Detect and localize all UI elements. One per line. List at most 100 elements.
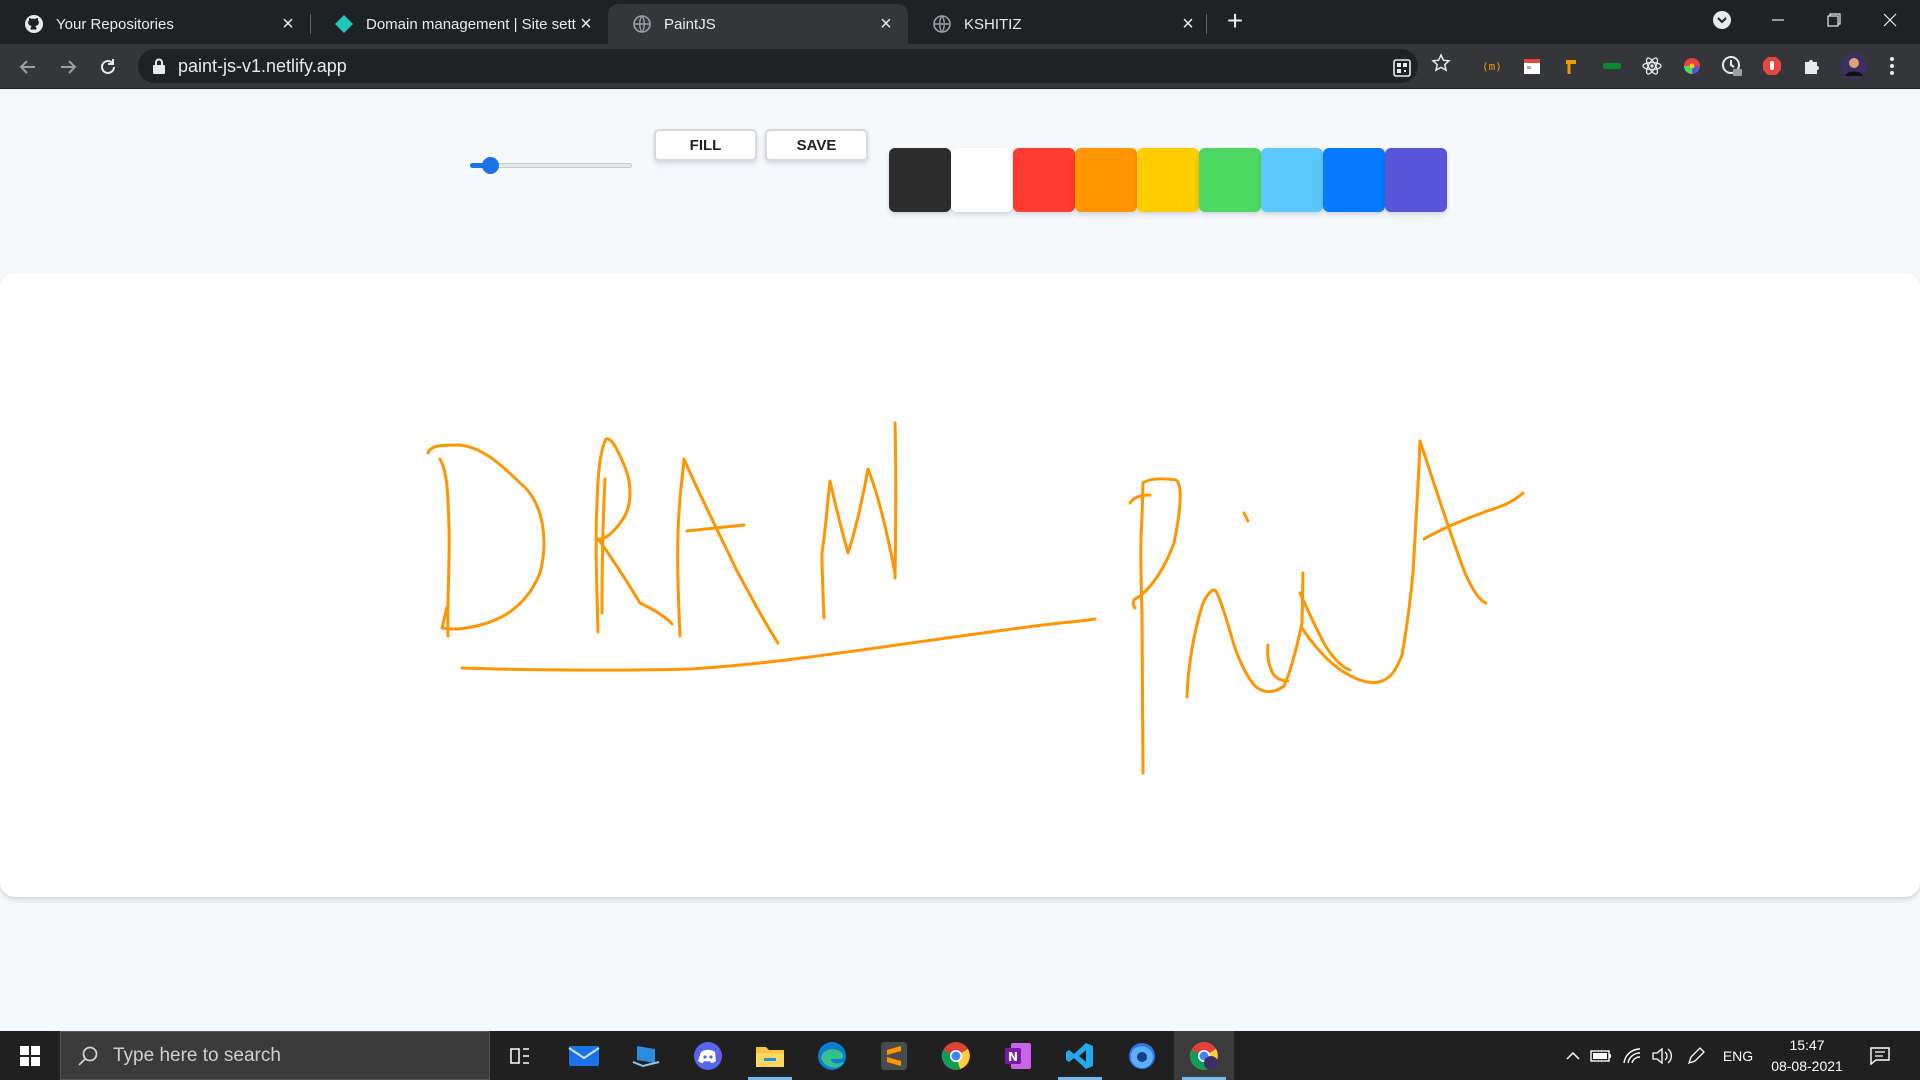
- stroke-letter-t: [1300, 439, 1525, 685]
- tab-domain-management[interactable]: Domain management | Site settings ×: [310, 4, 608, 44]
- search-placeholder: Type here to search: [113, 1044, 281, 1066]
- discord-icon[interactable]: [678, 1031, 738, 1080]
- extension-calendar-icon[interactable]: [1520, 54, 1544, 78]
- reload-button[interactable]: [92, 51, 124, 83]
- tab-paintjs[interactable]: PaintJS ×: [608, 4, 908, 44]
- clock-time: 15:47: [1789, 1037, 1825, 1053]
- canvas-drawing: [426, 421, 1525, 775]
- address-bar[interactable]: paint-js-v1.netlify.app: [138, 49, 1418, 83]
- stroke-underline: [460, 617, 1097, 672]
- reload-icon: [101, 59, 115, 74]
- color-swatch-1[interactable]: [889, 148, 951, 212]
- notifications-icon[interactable]: [1860, 1031, 1900, 1080]
- new-tab-button[interactable]: +: [1220, 5, 1250, 36]
- color-swatch-4[interactable]: [1075, 148, 1137, 212]
- color-swatch-3[interactable]: [1013, 148, 1075, 212]
- wifi-icon[interactable]: [1618, 1031, 1646, 1080]
- page-translate-button[interactable]: [1390, 56, 1414, 80]
- tab-your-repositories[interactable]: Your Repositories ×: [0, 4, 310, 44]
- svg-text:(m): (m): [1482, 60, 1502, 73]
- chevron-down-circle-icon: [1713, 11, 1731, 29]
- extension-react-icon[interactable]: [1640, 54, 1664, 78]
- lock-icon: [153, 58, 165, 74]
- color-swatch-8[interactable]: [1323, 148, 1385, 212]
- stroke-letter-d: [426, 443, 546, 638]
- clock-date: 08-08-2021: [1771, 1058, 1843, 1074]
- extension-stop-hand-icon[interactable]: [1760, 54, 1784, 78]
- profile-avatar[interactable]: [1840, 52, 1868, 80]
- drawing-canvas[interactable]: [0, 273, 1920, 897]
- close-icon: [1883, 13, 1897, 27]
- stroke-letter-p: [1128, 477, 1182, 775]
- github-icon: [24, 14, 44, 34]
- bookmark-star-button[interactable]: [1429, 51, 1453, 75]
- forward-button[interactable]: [52, 51, 84, 83]
- stroke-letter-a: [676, 457, 780, 645]
- extension-braces-icon[interactable]: (m): [1480, 54, 1504, 78]
- tab-title: KSHITIZ: [964, 15, 1022, 33]
- star-icon: [1431, 53, 1451, 72]
- extensions-puzzle-icon[interactable]: [1800, 54, 1824, 78]
- pen-icon[interactable]: [1682, 1031, 1710, 1080]
- close-tab-icon[interactable]: ×: [1178, 13, 1198, 35]
- volume-icon[interactable]: [1648, 1031, 1676, 1080]
- file-transfer-icon[interactable]: [616, 1031, 676, 1080]
- tray-overflow-chevron-icon[interactable]: [1562, 1031, 1584, 1080]
- chrome-profile-icon[interactable]: [1174, 1031, 1234, 1080]
- onenote-icon[interactable]: N: [988, 1031, 1048, 1080]
- color-swatch-2[interactable]: [951, 148, 1013, 212]
- svg-text:N: N: [1008, 1050, 1018, 1064]
- color-swatch-9[interactable]: [1385, 148, 1447, 212]
- brush-size-slider[interactable]: [470, 157, 632, 174]
- firefox-icon[interactable]: [1112, 1031, 1172, 1080]
- globe-icon: [932, 14, 952, 34]
- tab-title: Domain management | Site settings: [366, 15, 576, 33]
- restore-icon: [1827, 13, 1841, 27]
- restore-button[interactable]: [1806, 0, 1862, 40]
- save-button[interactable]: Save: [765, 129, 868, 161]
- color-swatch-7[interactable]: [1261, 148, 1323, 212]
- tab-title: PaintJS: [664, 15, 716, 33]
- taskbar-search-box[interactable]: Type here to search: [60, 1031, 490, 1080]
- windows-taskbar: Type here to search N ENG 15:47 08-08-20…: [0, 1031, 1920, 1080]
- minimize-button[interactable]: [1750, 0, 1806, 40]
- browser-menu-kebab-icon[interactable]: [1880, 54, 1904, 78]
- color-palette: [889, 148, 1447, 212]
- close-tab-icon[interactable]: ×: [278, 13, 298, 35]
- paintjs-page: Fill Save: [0, 89, 1920, 1031]
- system-clock[interactable]: 15:47 08-08-2021: [1762, 1035, 1852, 1077]
- color-swatch-6[interactable]: [1199, 148, 1261, 212]
- vscode-icon[interactable]: [1050, 1031, 1110, 1080]
- stroke-letter-i: [1185, 571, 1305, 699]
- tab-divider: [1206, 14, 1207, 34]
- tab-kshitiz[interactable]: KSHITIZ ×: [908, 4, 1210, 44]
- arrow-left-icon: [19, 60, 35, 74]
- close-tab-icon[interactable]: ×: [876, 13, 896, 35]
- close-window-button[interactable]: [1862, 0, 1918, 40]
- browser-toolbar: paint-js-v1.netlify.app: [0, 44, 1920, 89]
- extension-clock-icon[interactable]: [1720, 54, 1744, 78]
- task-view-icon[interactable]: [490, 1031, 550, 1080]
- language-indicator[interactable]: ENG: [1718, 1031, 1758, 1080]
- back-button[interactable]: [12, 51, 44, 83]
- battery-icon[interactable]: [1588, 1031, 1614, 1080]
- mail-icon[interactable]: [554, 1031, 614, 1080]
- stroke-letter-i-dot: [1242, 511, 1250, 523]
- color-swatch-5[interactable]: [1137, 148, 1199, 212]
- search-icon: [78, 1046, 98, 1066]
- browser-tab-strip: Your Repositories × Domain management | …: [0, 0, 1920, 44]
- minimize-icon: [1772, 19, 1784, 21]
- sublime-text-icon[interactable]: [864, 1031, 924, 1080]
- close-tab-icon[interactable]: ×: [576, 13, 596, 35]
- extension-hammer-icon[interactable]: [1560, 54, 1584, 78]
- tab-search-button[interactable]: [1694, 0, 1750, 40]
- chrome-icon[interactable]: [926, 1031, 986, 1080]
- extension-green-icon[interactable]: [1600, 54, 1624, 78]
- fill-button[interactable]: Fill: [654, 129, 757, 161]
- file-explorer-icon[interactable]: [740, 1031, 800, 1080]
- extension-color-picker-icon[interactable]: [1680, 54, 1704, 78]
- start-button[interactable]: [0, 1031, 60, 1080]
- url-text: paint-js-v1.netlify.app: [178, 55, 347, 76]
- slider-thumb[interactable]: [481, 157, 499, 174]
- edge-icon[interactable]: [802, 1031, 862, 1080]
